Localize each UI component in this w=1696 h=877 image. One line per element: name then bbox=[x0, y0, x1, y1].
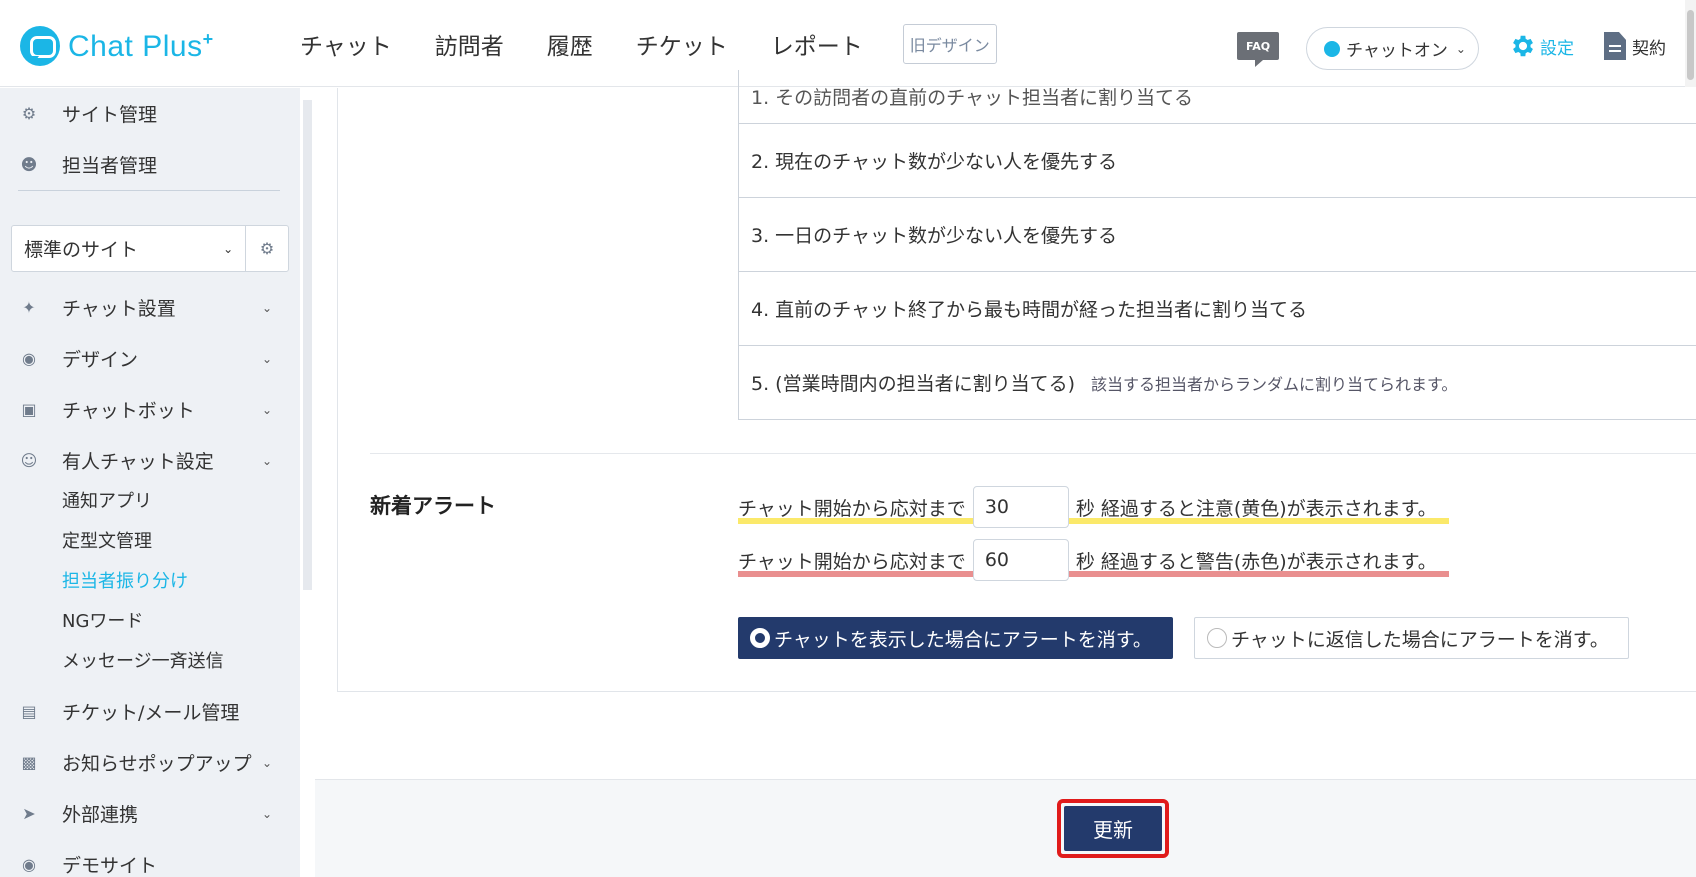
chevron-down-icon: ⌄ bbox=[261, 755, 272, 770]
warn-suffix: 秒 経過すると注意(黄色)が表示されます。 bbox=[1075, 497, 1437, 520]
chevron-down-icon: ⌄ bbox=[1455, 41, 1466, 56]
chevron-down-icon: ⌄ bbox=[223, 241, 234, 256]
sidebar-sub-notification-app[interactable]: 通知アプリ bbox=[62, 487, 152, 513]
chat-icon: ▣ bbox=[21, 400, 37, 419]
settings-label: 設定 bbox=[1540, 38, 1574, 59]
sidebar-item-chat-setup[interactable]: ✦ チャット設置 ⌄ bbox=[20, 294, 282, 321]
sidebar-item-label: 外部連携 bbox=[62, 804, 139, 826]
nav-chat[interactable]: チャット bbox=[300, 27, 392, 61]
sidebar-item-site-management[interactable]: ⚙ サイト管理 bbox=[20, 100, 157, 127]
chevron-down-icon: ⌄ bbox=[261, 351, 272, 366]
radio-selected-icon bbox=[750, 628, 770, 648]
danger-suffix: 秒 経過すると警告(赤色)が表示されます。 bbox=[1075, 550, 1437, 573]
danger-prefix: チャット開始から応対まで bbox=[738, 550, 966, 573]
sidebar-sub-ng-words[interactable]: NGワード bbox=[62, 607, 143, 633]
chevron-down-icon: ⌄ bbox=[261, 300, 272, 315]
list-icon: ▤ bbox=[21, 702, 37, 721]
settings-link[interactable]: 設定 bbox=[1509, 32, 1574, 60]
tools-icon: ✦ bbox=[22, 298, 36, 317]
sidebar-item-label: 担当者管理 bbox=[62, 155, 158, 177]
sidebar-item-label: デザイン bbox=[62, 349, 139, 371]
chat-status-label: チャットオン bbox=[1346, 41, 1448, 61]
section-divider bbox=[370, 453, 1696, 454]
sidebar-item-staff-management[interactable]: ☻ 担当者管理 bbox=[20, 151, 157, 178]
assignment-option-label: 3. 一日のチャット数が少ない人を優先する bbox=[751, 225, 1117, 247]
assignment-option-label: 2. 現在のチャット数が少ない人を優先する bbox=[751, 151, 1117, 173]
nav-ticket[interactable]: チケット bbox=[636, 27, 728, 61]
nav-history[interactable]: 履歴 bbox=[547, 27, 593, 61]
assignment-option-label: 5. (営業時間内の担当者に割り当てる) bbox=[751, 373, 1075, 395]
contract-link[interactable]: 契約 bbox=[1604, 32, 1666, 60]
document-icon bbox=[1604, 32, 1626, 60]
sidebar-item-label: チケット/メール管理 bbox=[62, 702, 240, 724]
chevron-down-icon: ⌄ bbox=[261, 402, 272, 417]
assignment-option-1[interactable]: 1. その訪問者の直前のチャット担当者に割り当てる bbox=[738, 70, 1696, 124]
danger-alert-row: チャット開始から応対まで 60 秒 経過すると警告(赤色)が表示されます。 bbox=[738, 539, 1437, 581]
assignment-option-note: 該当する担当者からランダムに割り当てられます。 bbox=[1091, 374, 1458, 394]
demo-site-icon: ◉ bbox=[22, 855, 36, 874]
sidebar-item-label: チャットボット bbox=[62, 400, 195, 422]
gear-icon: ⚙ bbox=[21, 104, 37, 123]
assignment-option-label: 4. 直前のチャット終了から最も時間が経った担当者に割り当てる bbox=[751, 299, 1307, 321]
assignment-option-label: 1. その訪問者の直前のチャット担当者に割り当てる bbox=[751, 87, 1193, 109]
gear-icon bbox=[1513, 35, 1533, 57]
sidebar-item-manned-chat-settings[interactable]: ☺ 有人チャット設定 ⌄ bbox=[20, 447, 282, 474]
sidebar-item-design[interactable]: ◉ デザイン ⌄ bbox=[20, 345, 282, 372]
palette-icon: ◉ bbox=[22, 349, 36, 368]
old-design-button[interactable]: 旧デザイン bbox=[902, 23, 997, 64]
sidebar-item-label: 有人チャット設定 bbox=[62, 451, 214, 473]
sidebar-item-label: チャット設置 bbox=[62, 298, 176, 320]
sidebar-item-notice-popup[interactable]: ▩ お知らせポップアップ ⌄ bbox=[20, 749, 282, 776]
new-alert-heading: 新着アラート bbox=[370, 494, 496, 518]
status-dot-icon bbox=[1324, 40, 1340, 57]
faq-label: FAQ bbox=[1245, 39, 1271, 53]
sidebar-sub-staff-assignment[interactable]: 担当者振り分け bbox=[62, 567, 188, 593]
assignment-option-2[interactable]: 2. 現在のチャット数が少ない人を優先する bbox=[738, 124, 1696, 198]
radio-label: チャットを表示した場合にアラートを消す。 bbox=[774, 628, 1152, 651]
assignment-option-5[interactable]: 5. (営業時間内の担当者に割り当てる) 該当する担当者からランダムに割り当てら… bbox=[738, 346, 1696, 420]
chat-bubble-logo-icon bbox=[20, 26, 60, 66]
user-gear-icon: ☻ bbox=[20, 155, 38, 174]
chevron-down-icon: ⌄ bbox=[261, 453, 272, 468]
sidebar-item-label: デモサイト bbox=[62, 855, 158, 877]
assignment-option-3[interactable]: 3. 一日のチャット数が少ない人を優先する bbox=[738, 198, 1696, 272]
logo-plus: + bbox=[202, 28, 214, 49]
chat-status-dropdown[interactable]: チャットオン ⌄ bbox=[1306, 27, 1479, 70]
nav-report[interactable]: レポート bbox=[771, 27, 863, 61]
assignment-option-4[interactable]: 4. 直前のチャット終了から最も時間が経った担当者に割り当てる bbox=[738, 272, 1696, 346]
contract-label: 契約 bbox=[1632, 38, 1666, 59]
site-select: 標準のサイト ⌄ ⚙ bbox=[11, 225, 289, 272]
faq-icon[interactable]: FAQ bbox=[1237, 32, 1279, 67]
warn-alert-row: チャット開始から応対まで 30 秒 経過すると注意(黄色)が表示されます。 bbox=[738, 486, 1437, 528]
footer-action-bar bbox=[315, 779, 1696, 877]
sidebar-item-external-integration[interactable]: ➤ 外部連携 ⌄ bbox=[20, 800, 282, 827]
sidebar-item-chatbot[interactable]: ▣ チャットボット ⌄ bbox=[20, 396, 282, 423]
warn-prefix: チャット開始から応対まで bbox=[738, 497, 966, 520]
chat-plus-logo[interactable]: Chat Plus+ bbox=[20, 26, 214, 66]
sidebar-item-ticket-mail[interactable]: ▤ チケット/メール管理 bbox=[20, 698, 282, 725]
popup-icon: ▩ bbox=[21, 753, 37, 772]
warn-seconds-input[interactable]: 30 bbox=[972, 486, 1069, 528]
site-select-dropdown[interactable]: 標準のサイト ⌄ bbox=[12, 235, 245, 262]
update-button[interactable]: 更新 bbox=[1064, 806, 1162, 851]
share-icon: ➤ bbox=[22, 804, 36, 823]
sidebar-item-label: お知らせポップアップ bbox=[62, 753, 252, 775]
site-select-value: 標準のサイト bbox=[24, 239, 139, 261]
danger-seconds-input[interactable]: 60 bbox=[972, 539, 1069, 581]
chevron-down-icon: ⌄ bbox=[261, 806, 272, 821]
radio-label: チャットに返信した場合にアラートを消す。 bbox=[1231, 628, 1609, 651]
site-settings-gear-icon[interactable]: ⚙ bbox=[245, 226, 288, 271]
operator-icon: ☺ bbox=[20, 451, 38, 470]
sidebar-scrollbar[interactable] bbox=[303, 100, 312, 590]
radio-clear-on-reply[interactable]: チャットに返信した場合にアラートを消す。 bbox=[1194, 617, 1629, 659]
sidebar-divider bbox=[18, 190, 280, 191]
radio-unselected-icon bbox=[1207, 628, 1227, 648]
sidebar-sub-bulk-message[interactable]: メッセージ一斉送信 bbox=[62, 647, 224, 673]
logo-text: Chat Plus bbox=[68, 29, 203, 63]
nav-visitors[interactable]: 訪問者 bbox=[435, 27, 504, 61]
sidebar-sub-canned-messages[interactable]: 定型文管理 bbox=[62, 527, 152, 553]
sidebar-item-label: サイト管理 bbox=[62, 104, 158, 126]
sidebar-item-demo-site[interactable]: ◉ デモサイト bbox=[20, 851, 282, 877]
radio-clear-on-display[interactable]: チャットを表示した場合にアラートを消す。 bbox=[738, 617, 1173, 659]
